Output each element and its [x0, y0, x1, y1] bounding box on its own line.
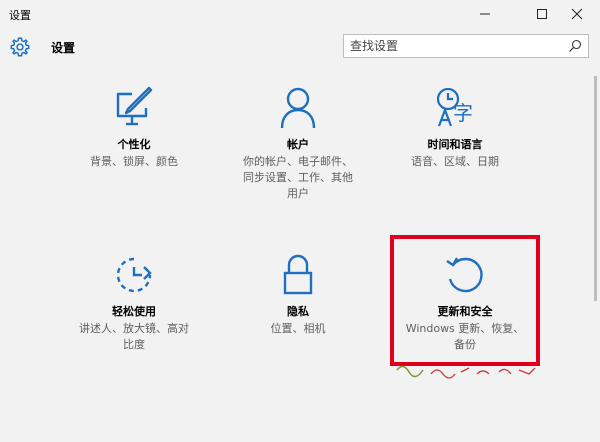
close-button[interactable] — [554, 0, 600, 28]
tile-privacy[interactable]: 隐私 位置、相机 — [228, 253, 368, 337]
search-input[interactable] — [350, 38, 555, 54]
close-icon — [571, 8, 583, 20]
tile-description: 讲述人、放大镜、高对比度 — [79, 322, 189, 351]
watermark-logo — [396, 365, 536, 379]
minimize-icon — [480, 13, 490, 15]
time-language-icon: 字 — [436, 87, 473, 127]
account-icon — [280, 87, 316, 129]
tile-name: 轻松使用 — [112, 305, 156, 318]
search-box[interactable] — [343, 34, 589, 58]
gear-icon — [10, 37, 30, 57]
highlight-frame — [390, 235, 540, 366]
tile-time-language[interactable]: 字 时间和语言 语音、区域、日期 — [385, 86, 525, 170]
lock-icon — [283, 254, 313, 295]
title-bar: 设置 — [0, 0, 600, 28]
tile-description: 位置、相机 — [270, 322, 326, 335]
tile-description: 背景、锁屏、颜色 — [90, 155, 178, 168]
tile-name: 个性化 — [117, 138, 151, 151]
tile-description: 语音、区域、日期 — [411, 155, 499, 168]
ease-of-access-icon — [116, 257, 152, 293]
page-title: 设置 — [51, 41, 76, 55]
tile-name: 隐私 — [287, 305, 309, 318]
tile-description: 你的帐户、电子邮件、同步设置、工作、其他用户 — [243, 155, 353, 200]
maximize-icon — [537, 9, 547, 19]
minimize-button[interactable] — [462, 0, 508, 28]
tile-name: 时间和语言 — [427, 138, 483, 151]
scrollbar-thumb[interactable] — [594, 76, 597, 301]
scrollbar[interactable] — [594, 68, 598, 438]
tile-ease-of-access[interactable]: 轻松使用 讲述人、放大镜、高对比度 — [64, 253, 204, 353]
window-title: 设置 — [9, 9, 31, 22]
tile-name: 帐户 — [287, 138, 309, 151]
tile-accounts[interactable]: 帐户 你的帐户、电子邮件、同步设置、工作、其他用户 — [228, 86, 368, 202]
personalization-icon — [116, 86, 153, 126]
tile-personalization[interactable]: 个性化 背景、锁屏、颜色 — [64, 86, 204, 170]
settings-header: 设置 — [0, 28, 600, 68]
svg-text:字: 字 — [453, 101, 473, 125]
search-icon[interactable] — [568, 39, 582, 53]
